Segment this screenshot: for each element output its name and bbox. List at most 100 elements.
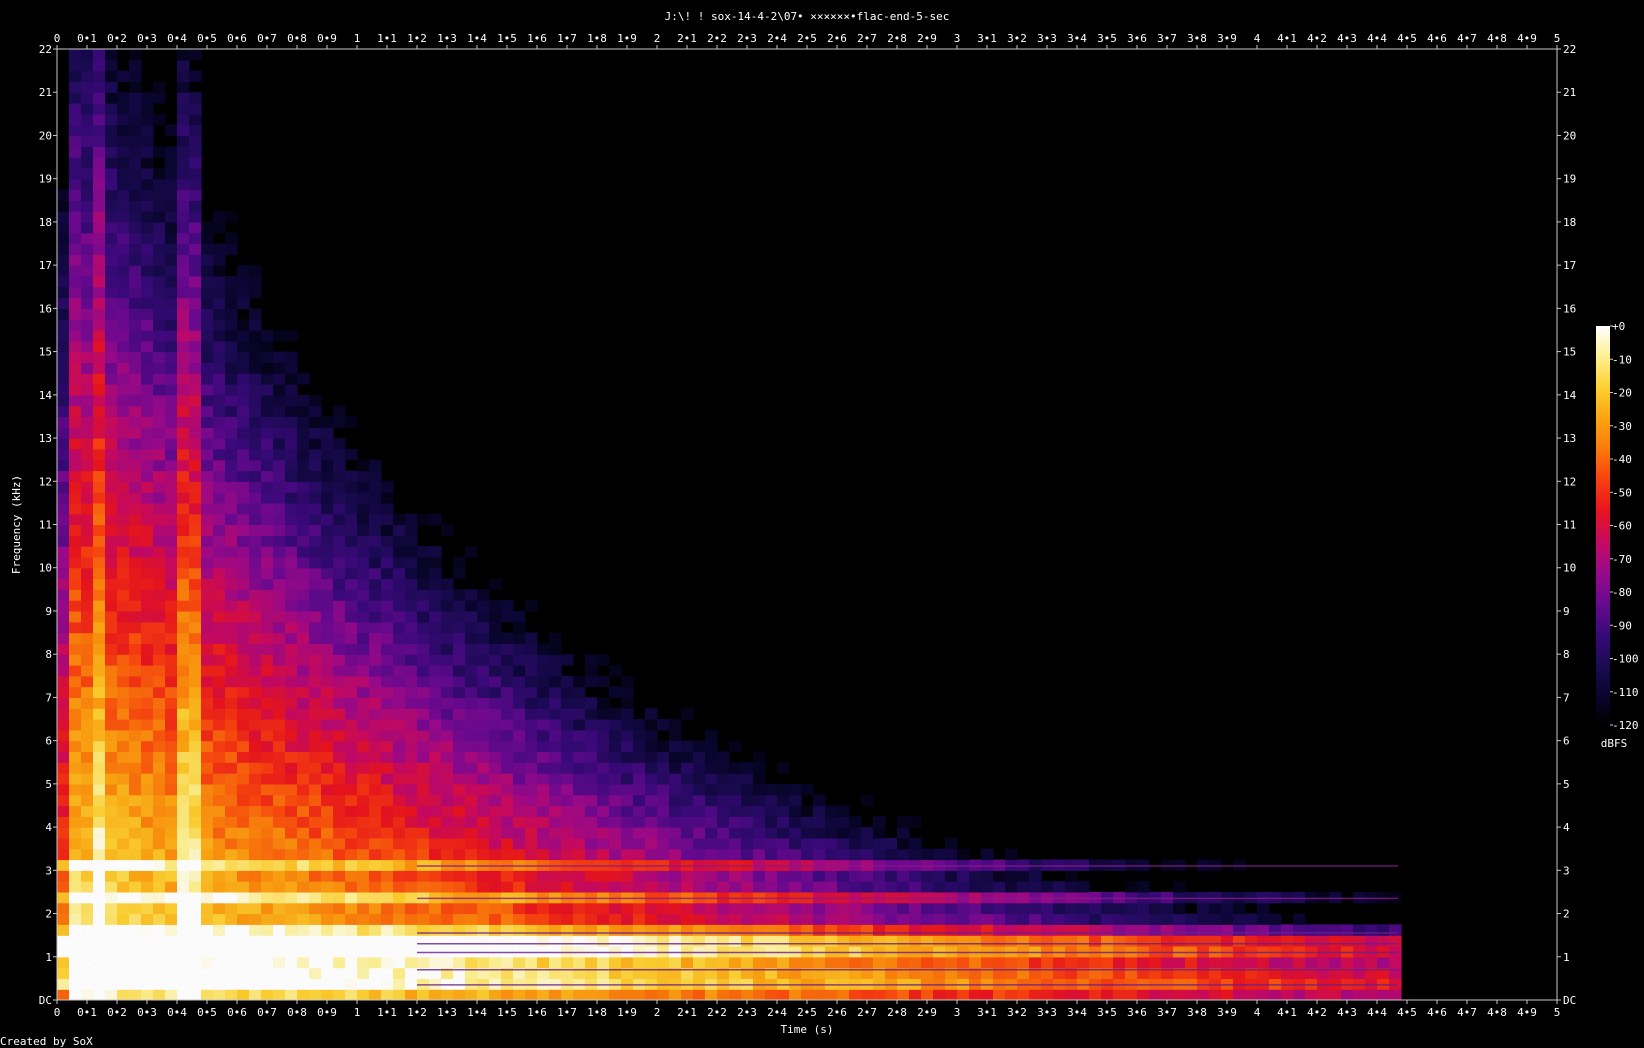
x-tick-label-bottom: 4•3 xyxy=(1337,1006,1357,1019)
colorbar-tick-label: -90 xyxy=(1612,619,1632,632)
x-tick-label-bottom: 4•6 xyxy=(1427,1006,1447,1019)
x-tick-label-top: 2•9 xyxy=(917,32,937,45)
spectrogram-chart: J:\! ! sox-14-4-2\07• ××××××•flac-end-5-… xyxy=(0,10,1639,1048)
colorbar-tick-label: -70 xyxy=(1612,553,1632,566)
y-tick-label-right: DC xyxy=(1563,994,1576,1007)
x-tick-label-bottom: 4•2 xyxy=(1307,1006,1327,1019)
colorbar-tick-label: -30 xyxy=(1612,420,1632,433)
y-tick-label-right: 4 xyxy=(1563,821,1570,834)
x-tick-label-bottom: 5 xyxy=(1554,1006,1561,1019)
x-tick-label-top: 3•9 xyxy=(1217,32,1237,45)
x-tick-label-top: 3•2 xyxy=(1007,32,1027,45)
y-tick-label-left: DC xyxy=(39,994,52,1007)
x-tick-label-top: 2•4 xyxy=(767,32,787,45)
x-tick-label-top: 3 xyxy=(954,32,961,45)
colorbar-scale xyxy=(1596,326,1610,725)
y-tick-label-left: 7 xyxy=(45,691,52,704)
x-tick-label-top: 2 xyxy=(654,32,661,45)
x-tick-label-top: 4•2 xyxy=(1307,32,1327,45)
x-tick-label-top: 0•3 xyxy=(137,32,157,45)
x-tick-label-bottom: 3•5 xyxy=(1097,1006,1117,1019)
x-tick-label-top: 4•1 xyxy=(1277,32,1297,45)
y-tick-label-right: 16 xyxy=(1563,302,1576,315)
x-tick-label-bottom: 2•1 xyxy=(677,1006,697,1019)
x-tick-label-top: 2•7 xyxy=(857,32,877,45)
y-tick-label-right: 2 xyxy=(1563,908,1570,921)
x-tick-label-bottom: 2•8 xyxy=(887,1006,907,1019)
x-tick-label-top: 4•5 xyxy=(1397,32,1417,45)
x-tick-label-top: 1•7 xyxy=(557,32,577,45)
noise-texture xyxy=(57,49,1557,1000)
y-tick-label-left: 13 xyxy=(39,432,52,445)
x-tick-label-top: 3•1 xyxy=(977,32,997,45)
y-tick-label-right: 9 xyxy=(1563,605,1570,618)
x-tick-label-top: 2•1 xyxy=(677,32,697,45)
y-tick-label-right: 14 xyxy=(1563,389,1577,402)
x-tick-label-bottom: 2•5 xyxy=(797,1006,817,1019)
x-tick-label-bottom: 4•5 xyxy=(1397,1006,1417,1019)
x-tick-label-bottom: 0•3 xyxy=(137,1006,157,1019)
x-tick-label-top: 4•8 xyxy=(1487,32,1507,45)
x-tick-label-bottom: 1•8 xyxy=(587,1006,607,1019)
colorbar-tick-label: -20 xyxy=(1612,387,1632,400)
colorbar-tick-label: -60 xyxy=(1612,520,1632,533)
y-tick-label-left: 20 xyxy=(39,129,52,142)
y-tick-label-left: 9 xyxy=(45,605,52,618)
x-tick-label-bottom: 1 xyxy=(354,1006,361,1019)
x-tick-label-top: 2•2 xyxy=(707,32,727,45)
y-tick-label-left: 1 xyxy=(45,951,52,964)
x-tick-label-bottom: 0•9 xyxy=(317,1006,337,1019)
y-tick-label-left: 10 xyxy=(39,562,52,575)
y-tick-label-right: 19 xyxy=(1563,173,1576,186)
y-tick-label-left: 18 xyxy=(39,216,52,229)
x-tick-label-top: 1•4 xyxy=(467,32,487,45)
x-tick-label-bottom: 1•5 xyxy=(497,1006,517,1019)
colorbar-tick-label: -80 xyxy=(1612,586,1632,599)
colorbar-tick-label: -120 xyxy=(1612,719,1639,732)
x-tick-label-bottom: 4•7 xyxy=(1457,1006,1477,1019)
y-tick-label-right: 15 xyxy=(1563,346,1576,359)
x-tick-label-bottom: 1•1 xyxy=(377,1006,397,1019)
y-tick-label-left: 21 xyxy=(39,86,52,99)
y-tick-label-left: 5 xyxy=(45,778,52,791)
x-tick-label-top: 2•3 xyxy=(737,32,757,45)
x-tick-label-bottom: 4•4 xyxy=(1367,1006,1387,1019)
x-tick-label-top: 0 xyxy=(54,32,61,45)
y-tick-label-right: 7 xyxy=(1563,691,1570,704)
y-tick-label-left: 17 xyxy=(39,259,52,272)
y-tick-label-right: 22 xyxy=(1563,43,1576,56)
colorbar-tick-label: -110 xyxy=(1612,686,1639,699)
y-tick-label-left: 22 xyxy=(39,43,52,56)
x-tick-label-bottom: 3•2 xyxy=(1007,1006,1027,1019)
y-tick-label-left: 3 xyxy=(45,864,52,877)
y-tick-label-right: 11 xyxy=(1563,519,1576,532)
x-tick-label-top: 1•8 xyxy=(587,32,607,45)
x-tick-label-top: 0•7 xyxy=(257,32,277,45)
x-tick-label-bottom: 3•8 xyxy=(1187,1006,1207,1019)
spectrogram-heatmap xyxy=(57,49,1557,1000)
x-tick-label-bottom: 3•6 xyxy=(1127,1006,1147,1019)
x-tick-label-top: 0•2 xyxy=(107,32,127,45)
x-tick-label-top: 4•9 xyxy=(1517,32,1537,45)
x-tick-label-top: 1•5 xyxy=(497,32,517,45)
x-tick-label-top: 2•8 xyxy=(887,32,907,45)
colorbar: +0 -10 -20 -30 -40 -50 -60 -70 -80 -90 -100 -110 -12… xyxy=(1596,320,1639,732)
x-tick-label-top: 2•6 xyxy=(827,32,847,45)
x-tick-label-top: 2•5 xyxy=(797,32,817,45)
x-tick-label-top: 0•5 xyxy=(197,32,217,45)
y-axis-label: Frequency (kHz) xyxy=(10,475,23,574)
y-tick-label-left: 4 xyxy=(45,821,52,834)
x-tick-label-bottom: 1•9 xyxy=(617,1006,637,1019)
x-tick-label-bottom: 0•4 xyxy=(167,1006,187,1019)
colorbar-tick-label: -50 xyxy=(1612,486,1632,499)
y-tick-label-right: 6 xyxy=(1563,735,1570,748)
x-tick-label-bottom: 3•3 xyxy=(1037,1006,1057,1019)
x-tick-label-top: 0•4 xyxy=(167,32,187,45)
x-tick-label-bottom: 0•6 xyxy=(227,1006,247,1019)
x-tick-label-bottom: 2 xyxy=(654,1006,661,1019)
x-axis-label: Time (s) xyxy=(781,1023,834,1036)
created-by-footer: Created by SoX xyxy=(0,1035,93,1048)
x-tick-label-bottom: 2•2 xyxy=(707,1006,727,1019)
x-tick-label-bottom: 0 xyxy=(54,1006,61,1019)
x-tick-label-bottom: 3 xyxy=(954,1006,961,1019)
